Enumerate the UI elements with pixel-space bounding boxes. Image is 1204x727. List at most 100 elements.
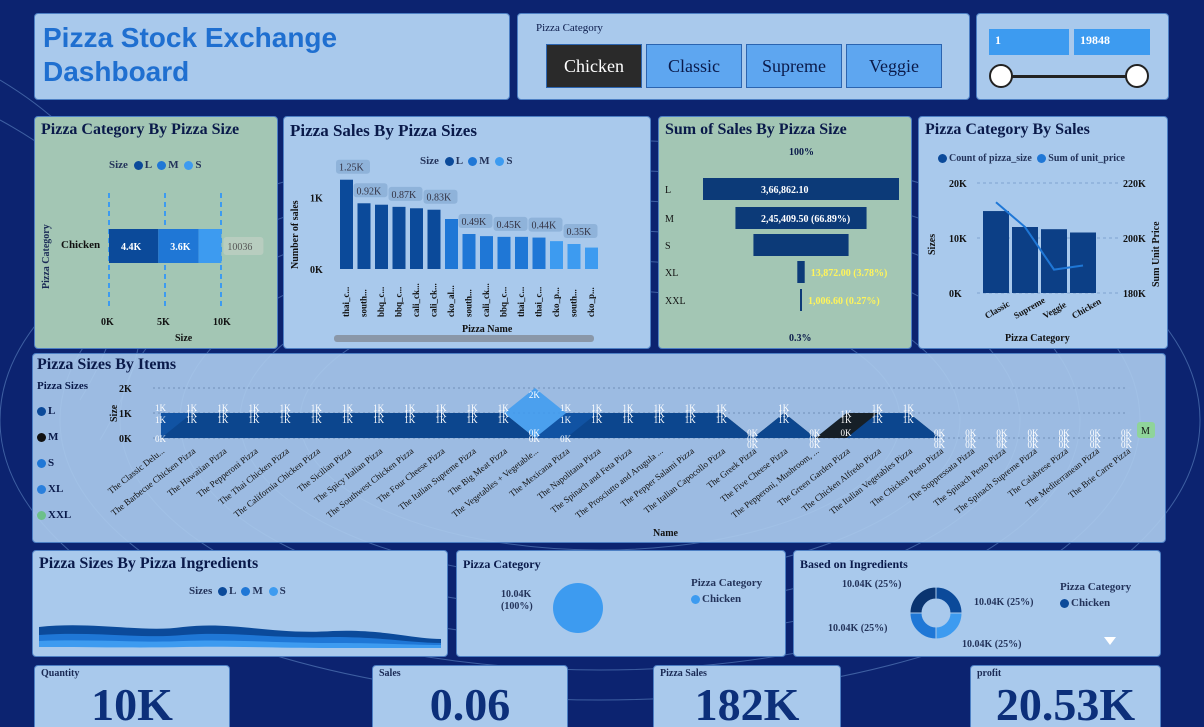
sales-by-size-chart: Number of sales Pizza Name 1K 0K 1.25K thai… [290, 159, 598, 342]
area-data-label: 1K [685, 415, 697, 425]
legend-scroll-down-icon[interactable] [1104, 637, 1116, 645]
x-tick-label: Classic [983, 299, 1011, 321]
bar-data-label: 0.45K [497, 220, 523, 231]
y-tick-label: 0K [949, 289, 962, 300]
area-data-label: 0K [155, 434, 167, 444]
area-series-l [161, 413, 1127, 438]
cat-by-sales-chart: Sizes Sum Unit Price Pizza Category 0K 18… [927, 179, 1162, 344]
kpi-value: 182K [694, 679, 800, 727]
x-tick-label: bbq_c... [499, 287, 509, 317]
area-data-label: 0K [1028, 440, 1040, 450]
funnel-bar-s [753, 234, 849, 256]
range-min-input[interactable]: 1 [989, 29, 1069, 55]
y-tick-label: 10K [949, 234, 967, 245]
x-tick-label: bbq_c... [394, 287, 404, 317]
y-tick-label: 1K [310, 194, 323, 205]
horizontal-scrollbar[interactable] [334, 335, 594, 342]
y-axis-label: Sizes [927, 234, 938, 255]
area-data-label: 0K [529, 434, 541, 444]
funnel-data-label: 3,66,862.10 [761, 185, 809, 196]
filter-button-chicken[interactable]: Chicken [546, 44, 642, 88]
filter-button-veggie[interactable]: Veggie [846, 44, 942, 88]
kpi-value: 10K [91, 679, 173, 727]
m-badge-label: M [1141, 426, 1150, 437]
area-data-label: 1K [155, 415, 167, 425]
bar-data-label: 0.49K [462, 217, 488, 228]
range-min-handle[interactable] [989, 64, 1013, 88]
cat-by-size-chart: Pizza Category Chicken Size 0K 5K 10K 4.4K 3… [41, 193, 264, 344]
y2-tick-label: 180K [1123, 289, 1146, 300]
area-data-label: 1K [217, 415, 229, 425]
pie-value-label: 10.04K [501, 589, 532, 600]
bar-data-label: 0.44K [532, 221, 558, 232]
filter-button-supreme[interactable]: Supreme [746, 44, 842, 88]
area-data-label: 0K [841, 428, 853, 438]
legend-label: Chicken [1071, 597, 1111, 609]
x-tick-label: south... [569, 289, 579, 317]
range-max-handle[interactable] [1125, 64, 1149, 88]
area-data-label: 1K [404, 415, 416, 425]
area-data-label: 1K [872, 415, 884, 425]
kpi-pizza-sales-card: Pizza Sales 182K [653, 665, 841, 727]
bar [480, 236, 493, 269]
items-area-chart: Size Name M 0K1K2KThe Classic Delu...1K0… [106, 384, 1155, 539]
area-data-label: 1K [716, 415, 728, 425]
bar [515, 236, 528, 269]
area-data-label: 1K [778, 415, 790, 425]
ingredients-ribbon-chart [39, 625, 441, 648]
y-tick-label: 20K [949, 179, 967, 190]
x-tick-label: cko_p... [586, 287, 596, 317]
category-label: Chicken [61, 239, 100, 251]
kpi-value: 20.53K [995, 679, 1136, 727]
area-data-label: 0K [560, 434, 572, 444]
x-tick-label: thai_c... [341, 287, 351, 317]
funnel-data-label: 1,006.60 (0.27%) [808, 296, 880, 307]
items-panel: Pizza Sizes By Items Pizza Sizes L M S X… [32, 353, 1166, 543]
x-tick-label: 5K [157, 317, 170, 328]
x-axis-label: Size [175, 333, 193, 344]
area-data-label: 1K [467, 415, 479, 425]
area-data-label: 1K [654, 415, 666, 425]
area-data-label: 1K [342, 415, 354, 425]
x-axis-label: Pizza Name [462, 324, 513, 335]
area-data-label: 1K [560, 403, 572, 413]
area-data-label: 0K [965, 440, 977, 450]
range-track [999, 75, 1137, 78]
dashboard-title-line1: Pizza Stock Exchange [43, 22, 338, 53]
filter-label: Pizza Category [536, 22, 603, 34]
funnel-category-label: M [665, 214, 674, 225]
x-tick-label: south... [359, 289, 369, 317]
x-tick-label: cali_ck... [429, 283, 439, 317]
filter-button-classic[interactable]: Classic [646, 44, 742, 88]
bar [392, 206, 406, 269]
area-data-label: 1K [280, 415, 292, 425]
bar [340, 179, 353, 269]
range-max-input[interactable]: 19848 [1074, 29, 1150, 55]
bar-data-label: 0.87K [392, 190, 418, 201]
cat-by-sales-panel: Pizza Category By Sales Count of pizza_s… [918, 116, 1168, 349]
sum-sales-panel: Sum of Sales By Pizza Size 100% 0.3% L 3,… [658, 116, 912, 349]
funnel-category-label: L [665, 185, 671, 196]
bar [427, 209, 441, 269]
bar-data-label: 1.25K [339, 163, 365, 174]
funnel-category-label: XXL [665, 296, 686, 307]
area-data-label: 0K [996, 440, 1008, 450]
x-tick-label: 10K [213, 317, 231, 328]
x-tick-label: south... [464, 289, 474, 317]
cat-by-size-panel: Pizza Category By Pizza Size Size L M S … [34, 116, 278, 349]
y2-tick-label: 220K [1123, 179, 1146, 190]
funnel-bar-xl [797, 261, 805, 283]
pie-slice-chicken[interactable] [553, 583, 603, 633]
bar [585, 247, 598, 269]
dashboard-title-line2: Dashboard [43, 56, 190, 87]
kpi-profit-card: profit 20.53K [970, 665, 1161, 727]
bar-supreme [1012, 227, 1038, 293]
y-tick-label: 0K [310, 265, 323, 276]
ingredients-panel: Pizza Sizes By Pizza Ingredients Sizes L… [32, 550, 448, 657]
bar [567, 244, 581, 269]
area-data-label: 1K [560, 415, 572, 425]
bar [497, 236, 511, 269]
category-filter-slicer: Pizza Category Chicken Classic Supreme V… [517, 13, 970, 100]
x-tick-label: Chicken [1070, 296, 1103, 321]
area-data-label: 0K [809, 440, 821, 450]
